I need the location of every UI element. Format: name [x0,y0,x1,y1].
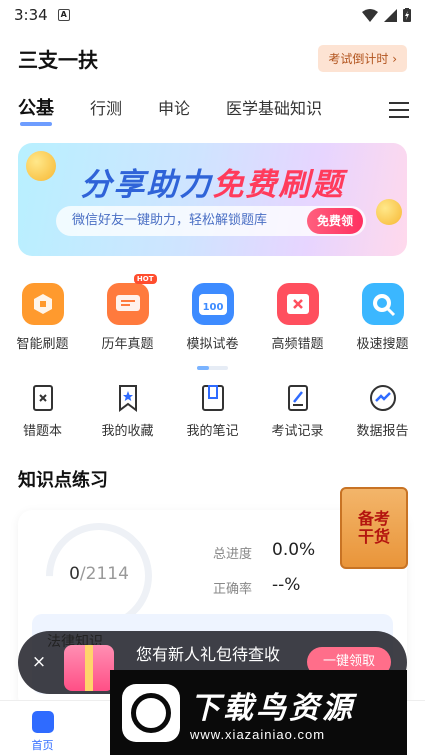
mock-exam-score: 100 [202,302,223,313]
promo-banner[interactable]: 分享助力免费刷题 微信好友一键助力，轻松解锁题库 免费领 [18,143,407,256]
banner-title-part1: 分享助力 [80,167,213,203]
secondary-tools-grid: 错题本 我的收藏 我的笔记 考试记录 数据报告 [0,384,425,439]
battery-icon [403,8,411,22]
smart-practice-icon [21,283,64,325]
grid-item-exam-record[interactable]: 考试记录 [255,384,340,439]
prep-materials-label: 备考干货 [357,509,390,546]
watermark-url: www.xiazainiao.com [190,727,326,742]
tab-medical[interactable]: 医学基础知识 [226,95,322,125]
progress-value: 0.0% [272,540,316,560]
menu-icon[interactable] [389,102,409,123]
grid-label: 智能刷题 [16,337,69,352]
grid-page-indicator [197,366,228,370]
data-report-icon [369,384,397,412]
grid-label: 错题本 [22,424,62,439]
watermark-text: 下载鸟资源 www.xiazainiao.com [190,683,355,742]
favorites-icon [114,384,142,412]
grid-label: 高频错题 [271,337,324,352]
home-icon [31,711,54,733]
grid-item-notes[interactable]: 我的笔记 [170,384,255,439]
grid-item-frequent-errors[interactable]: 高频错题 [255,283,340,352]
notification-icon: A [57,9,70,21]
exam-countdown-button[interactable]: 考试倒计时 › [318,44,407,72]
tab-xingce[interactable]: 行测 [90,95,122,125]
banner-title: 分享助力免费刷题 [18,159,407,204]
close-icon[interactable]: × [29,652,49,672]
banner-subtitle-pill: 微信好友一键助力，轻松解锁题库 免费领 [56,206,366,236]
exam-record-icon [284,384,312,412]
status-indicators [362,8,411,22]
error-book-icon [29,384,57,412]
grid-label: 模拟试卷 [186,337,239,352]
progress-count: 0/2114 [44,564,154,584]
grid-label: 历年真题 [101,337,154,352]
grid-item-error-book[interactable]: 错题本 [0,384,85,439]
grid-item-quick-search[interactable]: 极速搜题 [340,283,425,352]
grid-label: 极速搜题 [356,337,409,352]
accuracy-label: 正确率 [213,582,253,597]
primary-feature-grid: 智能刷题 HOT 历年真题 100 模拟试卷 高频错题 极速搜题 [0,274,425,352]
status-bar: 3:34 A [0,0,425,30]
grid-item-data-report[interactable]: 数据报告 [340,384,425,439]
app-header: 三支一扶 考试倒计时 › [0,40,425,76]
notes-icon [199,384,227,412]
progress-label: 总进度 [213,547,253,562]
banner-title-part2: 免费刷题 [212,167,345,203]
grid-item-favorites[interactable]: 我的收藏 [85,384,170,439]
grid-label: 我的笔记 [186,424,239,439]
grid-label: 考试记录 [271,424,324,439]
subject-tabs: 公基 行测 申论 医学基础知识 [0,92,425,128]
grid-label: 数据报告 [356,424,409,439]
watermark-logo-icon [122,683,180,742]
gift-icon [64,645,114,691]
watermark-main: 下载鸟资源 [190,691,355,726]
status-time: 3:34 [14,6,48,24]
grid-label: 我的收藏 [101,424,154,439]
quick-search-icon [361,283,404,325]
tabbar-home[interactable]: 首页 [0,701,85,755]
banner-claim-button[interactable]: 免费领 [306,208,363,234]
page-title: 三支一扶 [18,47,98,72]
past-exams-icon: HOT [106,274,157,325]
banner-subtitle: 微信好友一键助力，轻松解锁题库 [72,213,268,228]
progress-done: 0 [69,564,80,584]
tabbar-label: 首页 [31,739,54,752]
signal-icon [384,8,397,22]
progress-total: /2114 [79,564,129,584]
coin-decoration [376,199,402,225]
tab-gongji[interactable]: 公基 [18,94,54,126]
toast-message: 您有新人礼包待查收 [136,645,281,664]
wifi-icon [362,8,378,22]
site-watermark: 下载鸟资源 www.xiazainiao.com [110,670,407,755]
section-title-knowledge: 知识点练习 [18,470,108,491]
tab-shenlun[interactable]: 申论 [158,95,190,125]
hot-badge: HOT [133,274,157,284]
grid-item-past-exams[interactable]: HOT 历年真题 [85,274,170,352]
prep-materials-badge[interactable]: 备考干货 [340,487,408,569]
accuracy-value: --% [272,575,301,595]
grid-item-smart-practice[interactable]: 智能刷题 [0,283,85,352]
grid-item-mock-exam[interactable]: 100 模拟试卷 [170,283,255,352]
mock-exam-icon: 100 [191,283,234,325]
frequent-errors-icon [276,283,319,325]
